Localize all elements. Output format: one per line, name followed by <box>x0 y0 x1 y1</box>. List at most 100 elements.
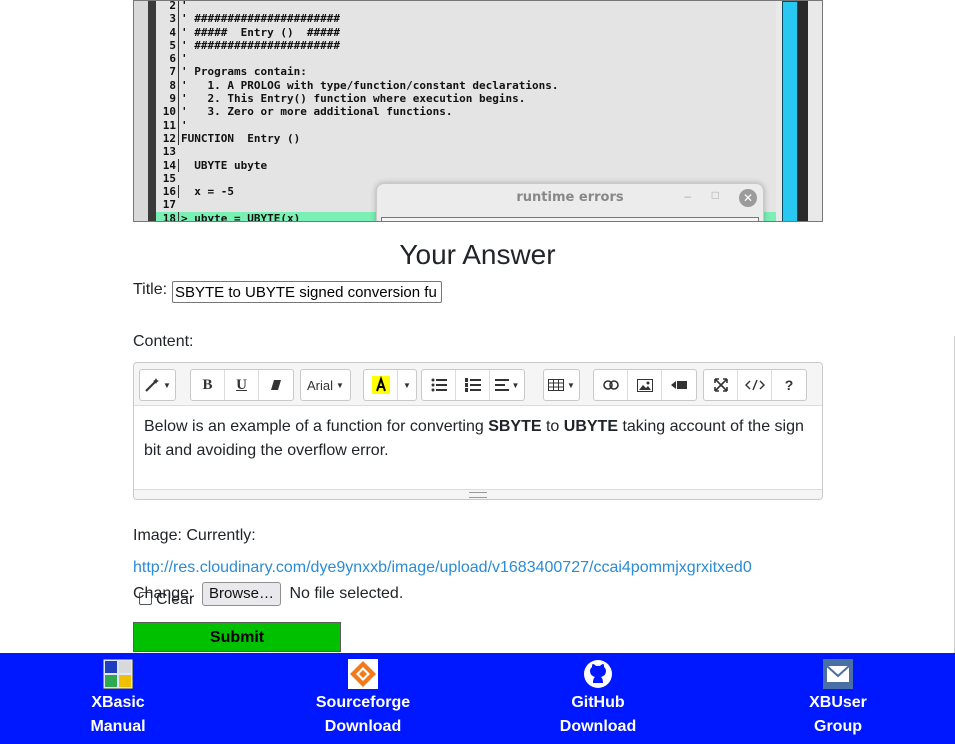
no-file-text: No file selected. <box>289 585 404 602</box>
bold-text: UBYTE <box>563 418 618 435</box>
color-dropdown[interactable]: ▼ <box>398 370 416 400</box>
eraser-icon <box>271 380 281 390</box>
github-icon <box>584 660 612 688</box>
video-button[interactable] <box>662 370 696 400</box>
style-group: ▼ <box>139 369 176 401</box>
code-text: ' 3. Zero or more additional functions. <box>178 105 453 119</box>
xbasic-manual-icon <box>103 659 133 689</box>
numbered-list-icon <box>464 378 481 392</box>
table-button[interactable]: ▼ <box>544 370 579 400</box>
line-number: 14 <box>162 158 176 172</box>
footer-link-xbasic-manual[interactable]: XBasic Manual <box>43 659 193 739</box>
code-line: 12 FUNCTION Entry () <box>156 131 776 146</box>
runtime-errors-dialog: runtime errors – □ ✕ <box>376 183 764 221</box>
code-line: 10 ' 3. Zero or more additional functions… <box>156 105 776 119</box>
insert-group <box>593 369 697 401</box>
footer-item-line2: Download <box>324 718 402 735</box>
bold-text: SBYTE <box>488 418 542 435</box>
code-line: 5 ' ###################### <box>156 38 776 53</box>
view-group: ? <box>703 369 807 401</box>
change-row: Change: Browse… No file selected. <box>133 582 403 606</box>
code-line: 6 ' <box>156 52 776 66</box>
image-label: Image: Currently: <box>133 527 256 544</box>
maximize-icon: □ <box>711 188 719 202</box>
style-button[interactable]: ▼ <box>140 370 175 400</box>
dialog-content-area <box>381 217 759 221</box>
content-label: Content: <box>133 333 194 350</box>
underline-button[interactable]: U <box>225 370 259 400</box>
list-group: ▼ <box>421 369 525 401</box>
screenshot-margin <box>148 1 156 221</box>
code-text: ' ##### Entry () ##### <box>178 25 340 39</box>
code-text: FUNCTION Entry () <box>178 131 300 146</box>
paragraph-align-button[interactable]: ▼ <box>490 370 524 400</box>
code-line: 4 ' ##### Entry () ##### <box>156 25 776 39</box>
font-family-dropdown[interactable]: Arial ▼ <box>301 370 350 400</box>
title-row: Title: <box>133 281 442 303</box>
align-left-icon <box>494 379 509 391</box>
line-number: 3 <box>169 12 176 26</box>
line-number: 13 <box>162 145 176 159</box>
code-text: ' Programs contain: <box>178 65 307 79</box>
line-number: 15 <box>162 171 176 185</box>
body-text: Below is an example of a function for co… <box>144 418 489 435</box>
table-icon <box>548 379 564 391</box>
code-screenshot: 2 ' 3 ' ###################### 4 ' ##### Entr… <box>133 0 823 222</box>
image-button[interactable] <box>628 370 662 400</box>
editor-toolbar: ▼ B U Arial ▼ ▼ ▼ ▼ ? <box>134 363 822 406</box>
text-color-button[interactable] <box>364 370 398 400</box>
code-text: ' ###################### <box>178 38 340 53</box>
bold-button[interactable]: B <box>191 370 225 400</box>
footer-link-github[interactable]: GitHub Download <box>523 659 673 739</box>
chevron-down-icon: ▼ <box>567 380 575 390</box>
font-family-value: Arial <box>307 377 334 393</box>
code-text: x = -5 <box>178 185 234 199</box>
code-text: ' 2. This Entry() function where executi… <box>178 92 525 106</box>
fullscreen-button[interactable] <box>704 370 738 400</box>
footer-link-sourceforge[interactable]: Sourceforge Download <box>288 659 438 739</box>
bullet-list-icon <box>431 378 447 392</box>
eraser-button[interactable] <box>259 370 293 400</box>
editor-resize-handle[interactable] <box>134 489 822 499</box>
color-group: ▼ <box>363 369 417 401</box>
code-line: 14 UBYTE ubyte <box>156 158 776 172</box>
line-number: 17 <box>162 198 176 212</box>
editor-content[interactable]: Below is an example of a function for co… <box>144 415 812 463</box>
submit-button[interactable]: Submit <box>133 622 341 652</box>
image-link[interactable]: http://res.cloudinary.com/dye9ynxxb/imag… <box>133 559 752 576</box>
chevron-down-icon: ▼ <box>336 380 344 390</box>
code-line: 2 ' <box>156 1 776 13</box>
magic-wand-icon <box>145 378 159 392</box>
font-style-group: B U <box>190 369 294 401</box>
footer-item-line2: Manual <box>90 718 146 735</box>
line-number: 18 <box>162 211 176 222</box>
code-view-button[interactable] <box>738 370 772 400</box>
footer-item-line2: Group <box>814 718 862 735</box>
line-number: 7 <box>169 65 176 79</box>
minimize-icon: – <box>684 189 691 203</box>
ordered-list-button[interactable] <box>456 370 490 400</box>
line-number: 11 <box>162 118 176 132</box>
fullscreen-icon <box>713 378 728 392</box>
change-label: Change: <box>133 585 194 602</box>
chevron-down-icon: ▼ <box>163 380 171 390</box>
code-text: ' <box>178 118 188 132</box>
footer-item-line1: XBasic <box>91 694 145 711</box>
dialog-title: runtime errors <box>516 190 624 205</box>
font-family-group: Arial ▼ <box>300 369 351 401</box>
body-text: to <box>541 418 564 435</box>
footer-link-xbuser-group[interactable]: XBUser Group <box>763 659 913 739</box>
mail-icon <box>823 659 853 689</box>
footer-item-line2: Download <box>559 718 637 735</box>
code-icon <box>744 379 765 391</box>
unordered-list-button[interactable] <box>422 370 456 400</box>
code-text: ' ###################### <box>178 12 340 26</box>
link-button[interactable] <box>594 370 628 400</box>
close-icon: ✕ <box>739 189 757 207</box>
chevron-down-icon: ▼ <box>403 380 411 390</box>
line-number: 12 <box>162 131 176 145</box>
browse-button[interactable]: Browse… <box>201 582 281 606</box>
title-input[interactable] <box>172 281 442 303</box>
help-button[interactable]: ? <box>772 370 806 400</box>
sourceforge-icon <box>348 659 378 689</box>
